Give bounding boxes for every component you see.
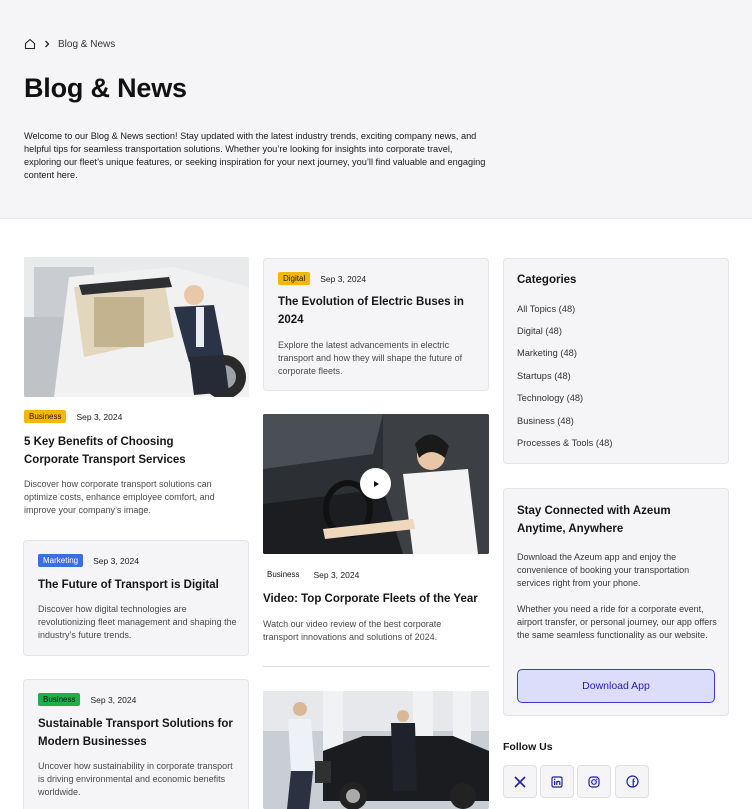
- post-meta: Business Sep 3, 2024: [38, 693, 136, 706]
- post-card[interactable]: Digital Sep 3, 2024 The Evolution of Ele…: [263, 258, 489, 391]
- home-icon[interactable]: [24, 38, 36, 50]
- page-title: Blog & News: [24, 73, 187, 103]
- post-excerpt: Explore the latest advancements in elect…: [278, 340, 463, 376]
- app-promo-title: Stay Connected with Azeum Anytime, Anywh…: [517, 505, 671, 535]
- app-promo-panel: Stay Connected with Azeum Anytime, Anywh…: [503, 488, 729, 716]
- page-intro: Welcome to our Blog & News section! Stay…: [24, 131, 486, 180]
- page-header: Blog & News Blog & News Welcome to our B…: [0, 0, 752, 219]
- post-date: Sep 3, 2024: [76, 411, 123, 422]
- categories-title: Categories: [517, 274, 577, 286]
- post-meta: Digital Sep 3, 2024: [278, 272, 366, 285]
- play-icon: [373, 480, 379, 487]
- post-card[interactable]: Business Sep 3, 2024 Sustainable Transpo…: [23, 679, 249, 809]
- post-excerpt: Uncover how sustainability in corporate …: [38, 761, 233, 797]
- post-meta: Business Sep 3, 2024: [263, 568, 359, 581]
- post-card[interactable]: Marketing Sep 3, 2024 The Future of Tran…: [23, 540, 249, 656]
- play-button[interactable]: [360, 468, 391, 499]
- category-link[interactable]: Technology (48): [517, 393, 583, 403]
- post-image-limousine[interactable]: [263, 691, 489, 809]
- tag-badge[interactable]: Business: [38, 693, 81, 706]
- post-title[interactable]: Sustainable Transport Solutions for Mode…: [38, 715, 238, 751]
- chevron-right-icon: [44, 40, 50, 48]
- post-date: Sep 3, 2024: [90, 694, 137, 705]
- post-date: Sep 3, 2024: [313, 569, 360, 580]
- x-icon[interactable]: [503, 765, 537, 798]
- post-meta: Marketing Sep 3, 2024: [38, 554, 139, 567]
- post-title[interactable]: 5 Key Benefits of Choosing Corporate Tra…: [24, 433, 229, 469]
- category-link[interactable]: Marketing (48): [517, 348, 577, 358]
- app-promo-text: Download the Azeum app and enjoy the con…: [517, 552, 690, 588]
- divider: [263, 666, 489, 667]
- follow-us-title: Follow Us: [503, 741, 553, 753]
- breadcrumb-current: Blog & News: [58, 38, 116, 50]
- instagram-icon[interactable]: [577, 765, 611, 798]
- category-link[interactable]: Processes & Tools (48): [517, 438, 612, 448]
- tag-badge[interactable]: Marketing: [38, 554, 84, 567]
- post-title[interactable]: The Future of Transport is Digital: [38, 576, 238, 594]
- tag-badge[interactable]: Business: [263, 568, 303, 581]
- post-excerpt: Discover how corporate transport solutio…: [24, 479, 215, 515]
- post-title[interactable]: Video: Top Corporate Fleets of the Year: [263, 590, 489, 608]
- post-excerpt: Watch our video review of the best corpo…: [263, 619, 442, 642]
- post-excerpt: Discover how digital technologies are re…: [38, 604, 237, 640]
- category-link[interactable]: All Topics (48): [517, 304, 575, 314]
- category-link[interactable]: Startups (48): [517, 371, 571, 381]
- post-image-chauffeur[interactable]: [24, 257, 249, 397]
- facebook-icon[interactable]: [615, 765, 649, 798]
- app-promo-text-2: Whether you need a ride for a corporate …: [517, 604, 717, 640]
- linkedin-icon[interactable]: [540, 765, 574, 798]
- category-link[interactable]: Digital (48): [517, 326, 562, 336]
- tag-badge[interactable]: Digital: [278, 272, 311, 285]
- categories-panel: Categories All Topics (48) Digital (48) …: [503, 258, 729, 464]
- category-link[interactable]: Business (48): [517, 416, 574, 426]
- post-title[interactable]: The Evolution of Electric Buses in 2024: [278, 293, 468, 329]
- download-app-button[interactable]: Download App: [517, 669, 715, 703]
- post-date: Sep 3, 2024: [320, 273, 367, 284]
- post-meta: Business Sep 3, 2024: [24, 410, 122, 423]
- breadcrumb: Blog & News: [24, 38, 115, 50]
- video-thumbnail[interactable]: [263, 414, 489, 554]
- tag-badge[interactable]: Business: [24, 410, 67, 423]
- post-date: Sep 3, 2024: [93, 555, 139, 566]
